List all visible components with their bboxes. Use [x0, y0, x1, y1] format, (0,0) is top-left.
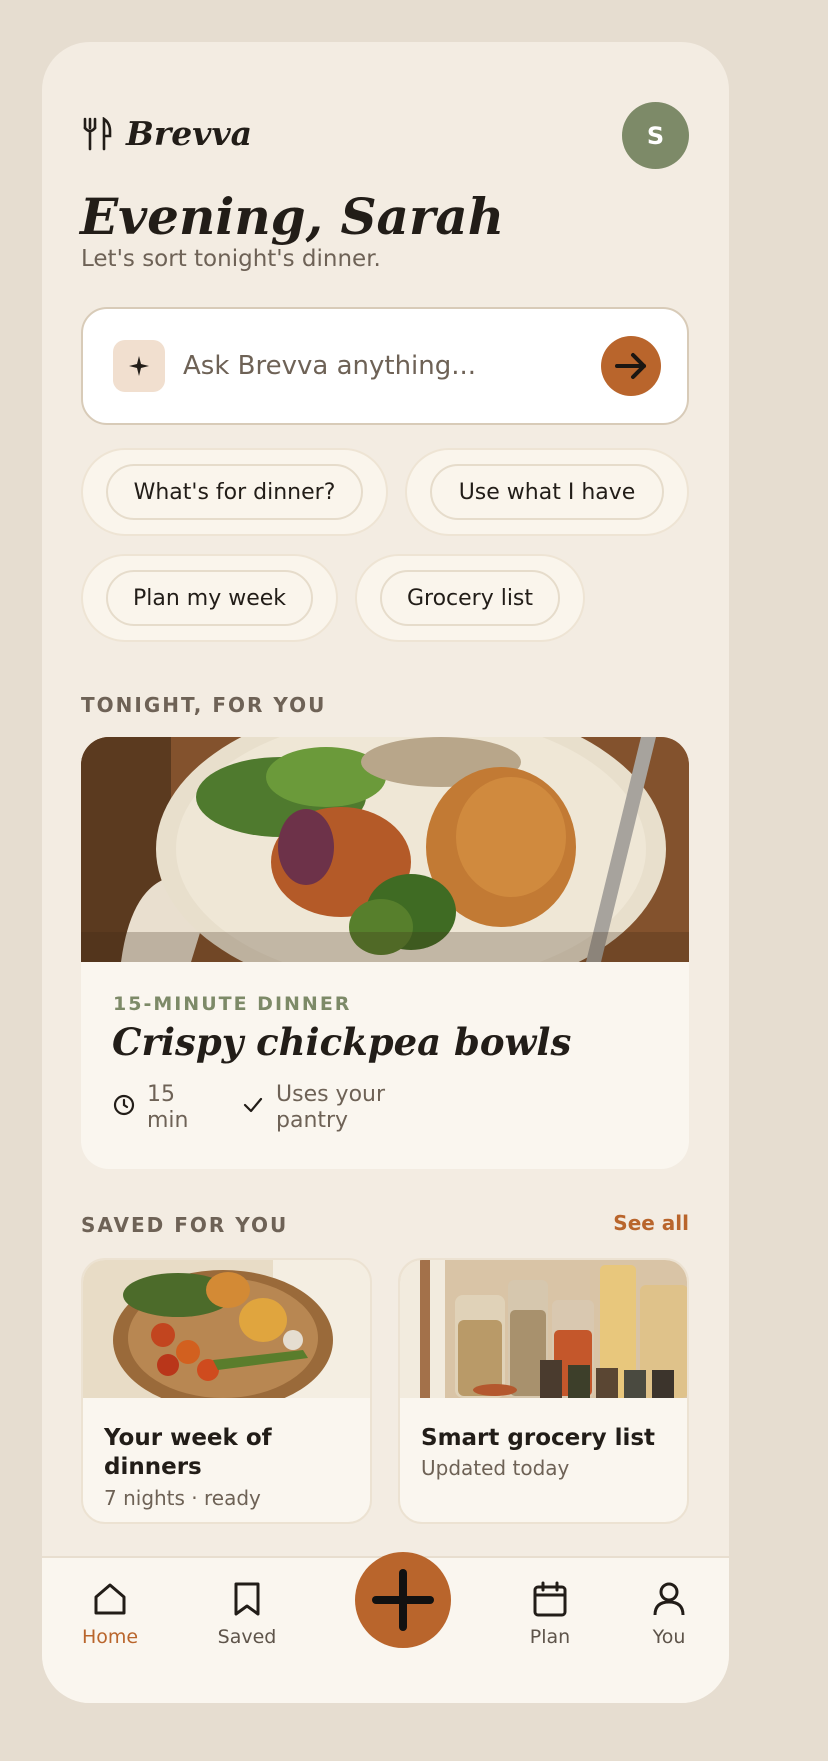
add-button[interactable]	[355, 1552, 451, 1648]
recipe-kicker: 15-MINUTE DINNER	[113, 993, 352, 1015]
chip-whats-for-dinner[interactable]: What's for dinner?	[81, 448, 388, 536]
app-screen: Brevva S Evening, Sarah Let's sort tonig…	[42, 42, 729, 1703]
utensils-icon	[83, 116, 112, 150]
user-icon	[653, 1582, 685, 1616]
nav-saved-label: Saved	[217, 1626, 277, 1648]
ask-box	[81, 307, 689, 425]
check-icon	[243, 1097, 263, 1113]
nav-plan[interactable]: Plan	[500, 1580, 600, 1648]
chip-label: Use what I have	[430, 464, 664, 520]
chip-label: Grocery list	[380, 570, 560, 626]
sparkle-icon	[113, 340, 165, 392]
nav-you-label: You	[652, 1626, 686, 1648]
home-icon	[94, 1583, 126, 1615]
card-title: Smart grocery list	[421, 1425, 656, 1451]
time-unit: min	[147, 1108, 189, 1133]
featured-recipe-card[interactable]: 15-MINUTE DINNER Crispy chickpea bowls 1…	[81, 737, 689, 1169]
time-value: 15	[147, 1082, 175, 1107]
recipe-pantry: Uses your pantry	[242, 1082, 385, 1134]
header: Brevva S	[82, 102, 689, 172]
section-label-saved: SAVED FOR YOU	[81, 1213, 289, 1237]
saved-card-week-dinners[interactable]: Your week of dinners 7 nights · ready	[81, 1258, 372, 1524]
pantry-jars-photo	[400, 1260, 687, 1398]
bookmark-icon	[234, 1582, 260, 1616]
arrow-right-icon	[615, 353, 646, 379]
nav-you[interactable]: You	[619, 1580, 719, 1648]
bottom-nav: Home Saved Plan You	[42, 1552, 729, 1703]
card-title: Your week of dinners	[104, 1425, 272, 1480]
pantry-line-1: Uses your	[276, 1082, 386, 1107]
send-button[interactable]	[601, 336, 661, 396]
plus-icon	[372, 1569, 434, 1631]
chip-grocery-list[interactable]: Grocery list	[355, 554, 585, 642]
avatar[interactable]: S	[622, 102, 689, 169]
chip-use-what-i-have[interactable]: Use what I have	[405, 448, 689, 536]
see-all-link[interactable]: See all	[613, 1211, 689, 1235]
recipe-title: Crispy chickpea bowls	[112, 1020, 572, 1064]
card-subtitle: Updated today	[421, 1456, 570, 1480]
chip-plan-my-week[interactable]: Plan my week	[81, 554, 338, 642]
nav-home[interactable]: Home	[60, 1580, 160, 1648]
chip-label: Plan my week	[106, 570, 313, 626]
chip-label: What's for dinner?	[106, 464, 363, 520]
recipe-photo	[81, 737, 689, 962]
vegetable-basket-photo	[83, 1260, 370, 1398]
nav-saved[interactable]: Saved	[197, 1580, 297, 1648]
clock-icon	[113, 1094, 135, 1116]
recipe-time: 15 min	[113, 1082, 189, 1134]
app-name: Brevva	[126, 114, 253, 153]
saved-card-grocery-list[interactable]: Smart grocery list Updated today	[398, 1258, 689, 1524]
nav-plan-label: Plan	[529, 1626, 571, 1648]
pantry-line-2: pantry	[276, 1108, 349, 1133]
greeting-subtitle: Let's sort tonight's dinner.	[81, 246, 381, 272]
ask-input[interactable]	[183, 345, 583, 387]
card-subtitle: 7 nights · ready	[104, 1486, 261, 1510]
nav-home-label: Home	[81, 1626, 139, 1648]
greeting-title: Evening, Sarah	[80, 187, 505, 246]
section-label-tonight: TONIGHT, FOR YOU	[81, 693, 327, 717]
calendar-icon	[533, 1581, 567, 1617]
app-logo[interactable]: Brevva	[82, 114, 252, 153]
